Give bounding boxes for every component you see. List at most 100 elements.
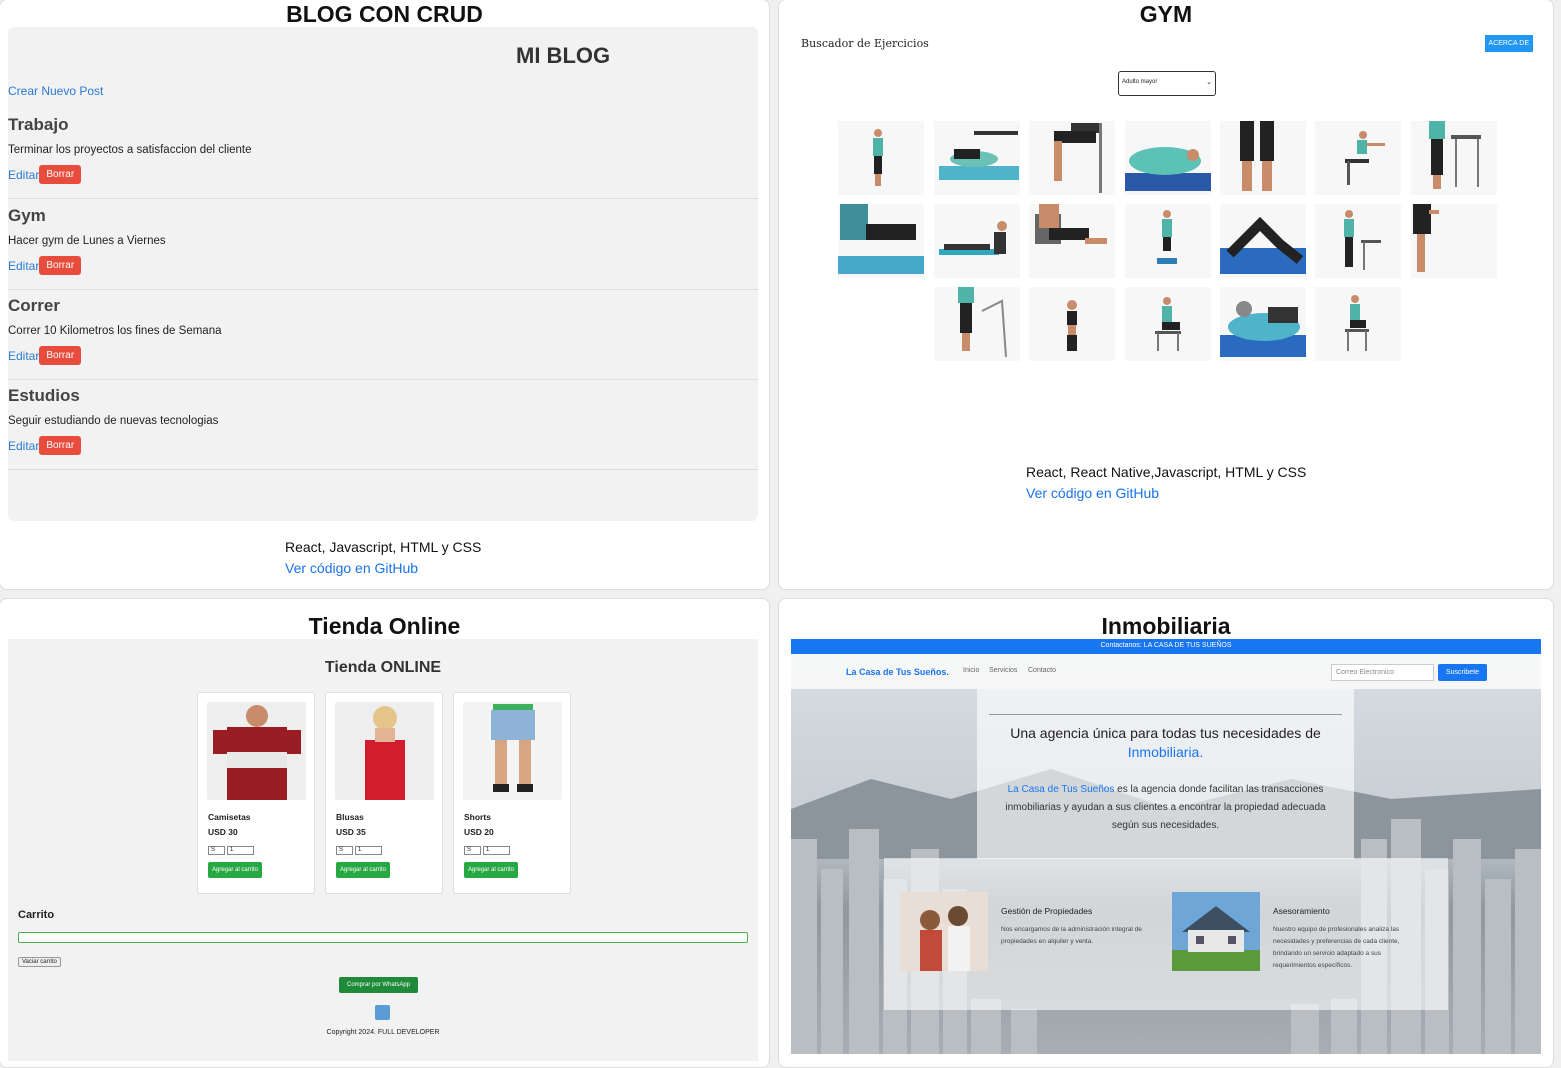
exercise-thumbnail[interactable]: [1315, 204, 1401, 278]
services-panel: Gestión de Propiedades Nos encargamos de…: [884, 858, 1448, 1010]
gym-github-link[interactable]: Ver código en GitHub: [1026, 485, 1159, 501]
product-card: Blusas USD 35 S 1 Agregar al carrito: [325, 692, 443, 894]
age-group-select[interactable]: Adulto mayor ⌄: [1118, 71, 1216, 96]
post-title: Correr: [8, 296, 60, 315]
exercise-thumbnail[interactable]: [838, 204, 924, 278]
store-card-title: Tienda Online: [308, 613, 461, 639]
quantity-input[interactable]: 1: [355, 846, 382, 855]
product-price: USD 30: [208, 827, 238, 837]
hero-panel: Una agencia única para todas tus necesid…: [977, 689, 1354, 859]
exercise-thumbnail[interactable]: [1125, 121, 1211, 195]
blog-preview: MI BLOG Crear Nuevo Post Trabajo Termina…: [8, 27, 758, 521]
realestate-card: Inmobiliaria Contactanos: LA CASA DE TUS…: [778, 598, 1554, 1068]
service-description: Nuestro equipo de profesionales analiza …: [1273, 926, 1400, 969]
store-card: Tienda Online Tienda ONLINE Camisetas US…: [0, 598, 770, 1068]
monitor-icon: [375, 1005, 390, 1020]
exercise-thumbnail[interactable]: [934, 287, 1020, 361]
exercise-thumbnail[interactable]: [1029, 121, 1115, 195]
delete-button[interactable]: Borrar: [39, 436, 82, 455]
about-button[interactable]: ACERCA DE: [1484, 35, 1533, 52]
post-body: Hacer gym de Lunes a Viernes: [8, 235, 166, 247]
post-body: Correr 10 Kilometros los fines de Semana: [8, 325, 222, 337]
age-group-value: Adulto mayor: [1122, 79, 1158, 85]
product-name: Blusas: [336, 812, 364, 822]
quantity-input[interactable]: 1: [227, 846, 254, 855]
blog-github-link[interactable]: Ver código en GitHub: [285, 560, 418, 576]
edit-link[interactable]: Editar: [8, 349, 39, 363]
cart-title: Carrito: [18, 909, 55, 921]
exercise-thumbnail[interactable]: [1125, 204, 1211, 278]
exercise-thumbnail[interactable]: [934, 204, 1020, 278]
blog-card: BLOG CON CRUD MI BLOG Crear Nuevo Post T…: [0, 0, 770, 590]
product-name: Shorts: [464, 812, 491, 822]
realestate-preview: Contactanos: LA CASA DE TUS SUEÑOS La Ca…: [791, 639, 1541, 1054]
create-post-link[interactable]: Crear Nuevo Post: [8, 84, 103, 98]
email-field[interactable]: Correo Electronico: [1331, 664, 1434, 681]
store-copyright: Copyright 2024. FULL DEVELOPER: [326, 1029, 440, 1036]
exercise-thumbnail[interactable]: [1220, 121, 1306, 195]
post-body: Terminar los proyectos a satisfaccion de…: [8, 144, 252, 156]
size-select[interactable]: S: [336, 846, 353, 855]
product-card: Camisetas USD 30 S 1 Agregar al carrito: [197, 692, 315, 894]
exercise-thumbnail[interactable]: [1029, 204, 1115, 278]
empty-cart-button[interactable]: Vaciar carrito: [18, 957, 61, 967]
size-select[interactable]: S: [208, 846, 225, 855]
nav-link-servicios[interactable]: Servicios: [989, 667, 1017, 674]
exercise-thumbnail[interactable]: [1029, 287, 1115, 361]
contact-topbar: Contactanos: LA CASA DE TUS SUEÑOS: [791, 639, 1541, 654]
product-name: Camisetas: [208, 812, 251, 822]
product-price: USD 35: [336, 827, 366, 837]
service-description: Nos encargamos de la administración inte…: [1001, 926, 1142, 945]
nav-link-contacto[interactable]: Contacto: [1028, 667, 1056, 674]
add-to-cart-button[interactable]: Agregar al carrito: [208, 862, 263, 878]
add-to-cart-button[interactable]: Agregar al carrito: [336, 862, 391, 878]
add-to-cart-button[interactable]: Agregar al carrito: [464, 862, 519, 878]
size-select[interactable]: S: [464, 846, 481, 855]
delete-button[interactable]: Borrar: [39, 346, 82, 365]
post-title: Estudios: [8, 386, 80, 405]
post-item: Trabajo Terminar los proyectos a satisfa…: [8, 115, 758, 199]
exercise-thumbnail[interactable]: [1220, 287, 1306, 361]
exercise-thumbnail[interactable]: [1220, 204, 1306, 278]
whatsapp-buy-button[interactable]: Comprar por WhatsApp: [339, 977, 419, 993]
divider: [989, 714, 1342, 715]
exercise-thumbnail[interactable]: [1125, 287, 1211, 361]
product-image: [207, 702, 306, 800]
post-body: Seguir estudiando de nuevas tecnologias: [8, 415, 219, 427]
navbar: La Casa de Tus Sueños. Inicio Servicios …: [791, 654, 1541, 689]
exercise-thumbnail[interactable]: [1315, 287, 1401, 361]
brand-logo[interactable]: La Casa de Tus Sueños.: [846, 667, 949, 677]
product-image: [335, 702, 434, 800]
exercise-thumbnail[interactable]: [1411, 204, 1497, 278]
post-title: Gym: [8, 206, 46, 225]
exercise-thumbnail[interactable]: [1315, 121, 1401, 195]
quantity-input[interactable]: 1: [483, 846, 510, 855]
product-card: Shorts USD 20 S 1 Agregar al carrito: [453, 692, 571, 894]
exercise-thumbnail[interactable]: [838, 121, 924, 195]
realestate-card-title: Inmobiliaria: [1101, 613, 1231, 639]
post-item: Correr Correr 10 Kilometros los fines de…: [8, 296, 758, 380]
edit-link[interactable]: Editar: [8, 439, 39, 453]
edit-link[interactable]: Editar: [8, 259, 39, 273]
hero-intro: La Casa de Tus Sueños es la agencia dond…: [1005, 784, 1326, 831]
post-item: Gym Hacer gym de Lunes a Viernes Editar B…: [8, 206, 758, 290]
store-heading: Tienda ONLINE: [324, 659, 442, 676]
store-preview: Tienda ONLINE Camisetas USD 30 S 1 Agreg…: [8, 639, 758, 1061]
edit-link[interactable]: Editar: [8, 168, 39, 182]
product-price: USD 20: [464, 827, 494, 837]
hero-headline: Una agencia única para todas tus necesid…: [1010, 725, 1321, 760]
subscribe-button[interactable]: Suscribete: [1438, 664, 1487, 681]
delete-button[interactable]: Borrar: [39, 256, 82, 275]
delete-button[interactable]: Borrar: [39, 165, 82, 184]
post-title: Trabajo: [8, 115, 69, 134]
product-image: [463, 702, 562, 800]
service-image: [900, 892, 988, 971]
gym-card-title: GYM: [1139, 1, 1193, 27]
nav-link-inicio[interactable]: Inicio: [963, 667, 979, 674]
blog-tech-stack: React, Javascript, HTML y CSS: [285, 539, 482, 555]
exercise-thumbnail[interactable]: [1411, 121, 1497, 195]
blog-heading: MI BLOG: [516, 43, 611, 68]
exercise-thumbnail[interactable]: [934, 121, 1020, 195]
gym-card: GYM Buscador de Ejercicios ACERCA DE Adu…: [778, 0, 1554, 590]
service-image: [1172, 892, 1260, 971]
